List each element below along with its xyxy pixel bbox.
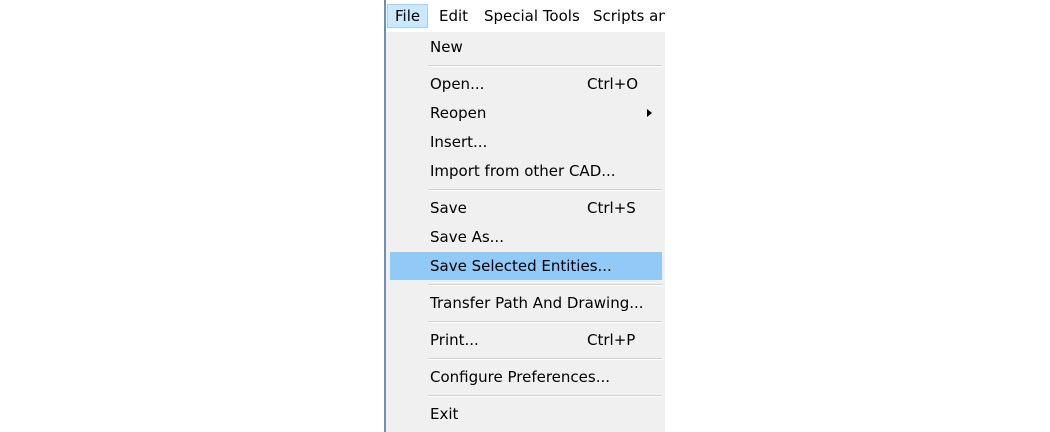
menu-item-label: New xyxy=(430,38,463,56)
menu-separator xyxy=(428,321,662,323)
menu-item-label: Configure Preferences... xyxy=(430,368,610,386)
menu-item-label: Exit xyxy=(430,405,459,423)
file-dropdown-menu: New Open... Ctrl+O Reopen Insert... Impo… xyxy=(386,32,665,432)
menu-item-save-selected-entities[interactable]: Save Selected Entities... xyxy=(390,252,662,280)
menu-item-label: Save xyxy=(430,199,467,217)
menu-item-print[interactable]: Print... Ctrl+P xyxy=(390,326,662,354)
menu-separator xyxy=(428,189,662,191)
menubar-scripts[interactable]: Scripts and xyxy=(586,4,665,28)
menu-separator xyxy=(428,65,662,67)
menu-item-save-as[interactable]: Save As... xyxy=(390,223,662,251)
menubar-edit[interactable]: Edit xyxy=(432,4,475,28)
menu-item-reopen[interactable]: Reopen xyxy=(390,99,662,127)
menu-item-transfer-path[interactable]: Transfer Path And Drawing... xyxy=(390,289,662,317)
menubar-file[interactable]: File xyxy=(387,4,429,28)
menu-item-new[interactable]: New xyxy=(390,33,662,61)
menu-item-shortcut: Ctrl+S xyxy=(587,199,636,217)
menu-separator xyxy=(428,395,662,397)
menu-item-configure-preferences[interactable]: Configure Preferences... xyxy=(390,363,662,391)
menu-item-label: Save As... xyxy=(430,228,504,246)
menu-item-label: Reopen xyxy=(430,104,487,122)
menubar-special-tools[interactable]: Special Tools xyxy=(477,4,587,28)
menu-item-label: Import from other CAD... xyxy=(430,162,616,180)
menu-separator xyxy=(428,284,662,286)
menu-item-label: Print... xyxy=(430,331,479,349)
menu-item-label: Save Selected Entities... xyxy=(430,257,612,275)
menu-bar: File Edit Special Tools Scripts and xyxy=(386,0,665,32)
menu-item-import-cad[interactable]: Import from other CAD... xyxy=(390,157,662,185)
menu-item-shortcut: Ctrl+P xyxy=(587,331,636,349)
menu-item-label: Insert... xyxy=(430,133,488,151)
menu-item-shortcut: Ctrl+O xyxy=(587,75,639,93)
application-window: File Edit Special Tools Scripts and New … xyxy=(384,0,665,432)
menu-item-exit[interactable]: Exit xyxy=(390,400,662,428)
menu-separator xyxy=(428,358,662,360)
submenu-arrow-icon xyxy=(647,109,652,117)
menu-item-insert[interactable]: Insert... xyxy=(390,128,662,156)
menu-item-label: Transfer Path And Drawing... xyxy=(430,294,644,312)
menu-item-label: Open... xyxy=(430,75,485,93)
menu-item-save[interactable]: Save Ctrl+S xyxy=(390,194,662,222)
menu-item-open[interactable]: Open... Ctrl+O xyxy=(390,70,662,98)
